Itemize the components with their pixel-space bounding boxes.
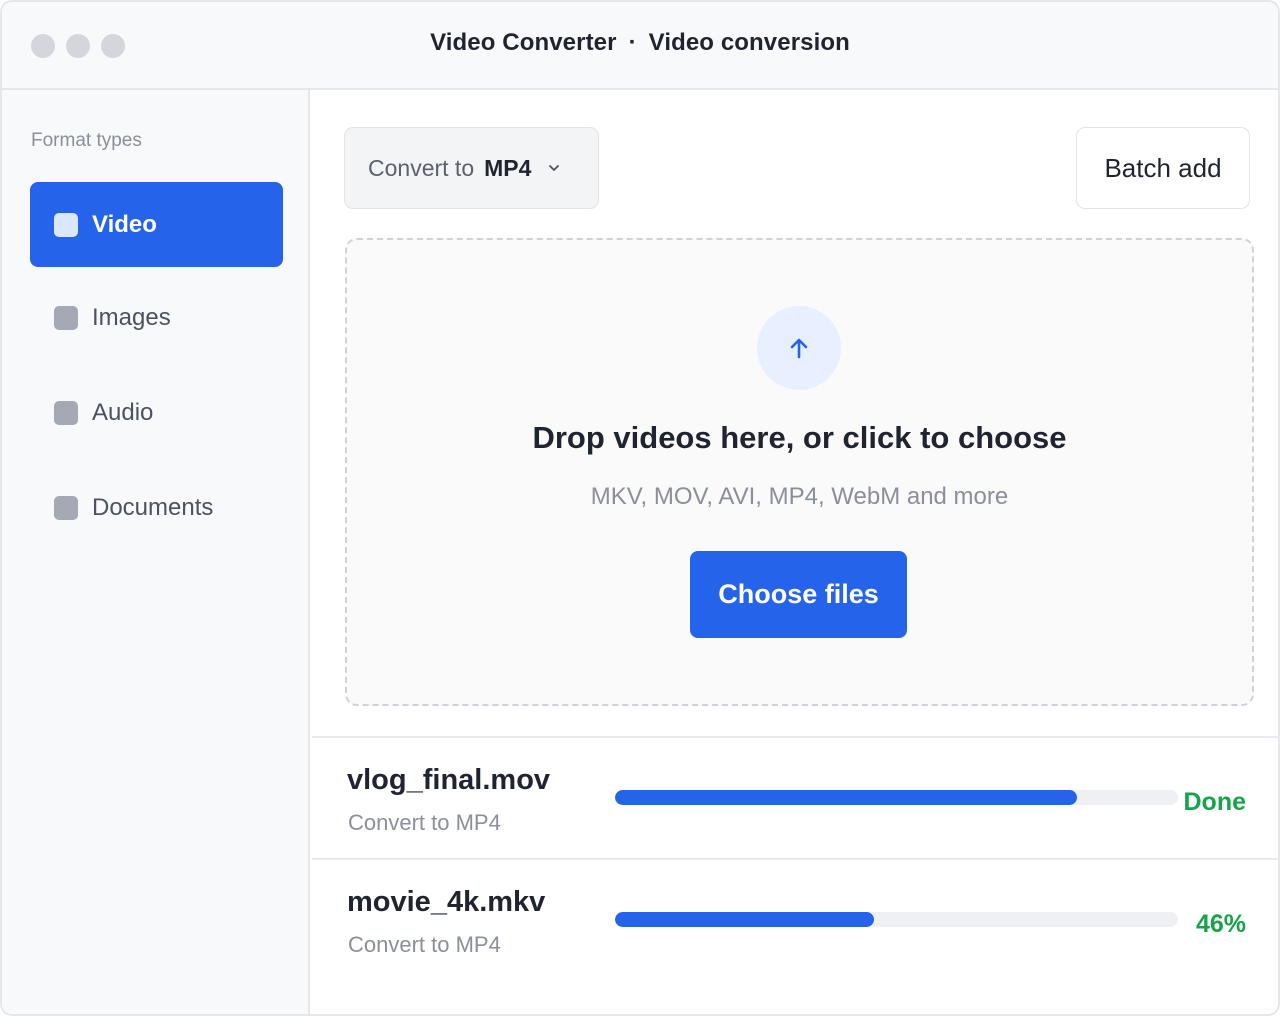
title-separator: ·: [628, 29, 637, 56]
format-select-prefix: Convert to: [368, 154, 475, 181]
dropzone-subtitle: MKV, MOV, AVI, MP4, WebM and more: [590, 483, 1009, 510]
progress-fill: [615, 790, 1077, 805]
file-name: movie_4k.mkv: [347, 886, 546, 918]
progress-bar: [615, 790, 1178, 805]
app-name: Video Converter: [430, 29, 617, 56]
chevron-down-icon: [549, 165, 560, 171]
sidebar-item-video[interactable]: Video: [30, 182, 283, 267]
sidebar-item-label: Images: [92, 303, 171, 331]
sidebar-item-label: Video: [92, 210, 157, 238]
audio-category-icon: [54, 400, 78, 425]
output-format-select[interactable]: Convert to MP4: [344, 127, 599, 209]
list-item[interactable]: movie_4k.mkv Convert to MP4 46%: [312, 858, 1278, 980]
progress-fill: [615, 912, 874, 927]
page-name: Video conversion: [648, 29, 850, 56]
video-category-icon: [54, 212, 78, 237]
progress-bar: [615, 912, 1178, 927]
choose-files-button[interactable]: Choose files: [690, 551, 907, 638]
images-category-icon: [54, 305, 78, 330]
dropzone-title: Drop videos here, or click to choose: [532, 420, 1067, 455]
status-badge: Done: [1183, 788, 1247, 816]
sidebar-item-label: Documents: [92, 493, 214, 521]
file-target-format: Convert to MP4: [348, 810, 501, 835]
list-item[interactable]: vlog_final.mov Convert to MP4 Done: [312, 736, 1278, 858]
sidebar: Format types Video Images Audio Document…: [2, 90, 310, 1014]
sidebar-item-audio[interactable]: Audio: [30, 370, 283, 455]
file-target-format: Convert to MP4: [348, 932, 501, 957]
file-name: vlog_final.mov: [347, 764, 551, 796]
title-bar: Video Converter · Video conversion: [2, 2, 1278, 90]
status-badge: 46%: [1195, 910, 1246, 938]
sidebar-heading: Format types: [31, 130, 142, 151]
app-window: Video Converter · Video conversion Format …: [0, 0, 1280, 1016]
format-select-value: MP4: [484, 154, 532, 181]
documents-category-icon: [54, 495, 78, 520]
upload-icon: [757, 306, 841, 390]
main-panel: Convert to MP4 Batch add Drop videos her…: [312, 92, 1278, 1014]
sidebar-item-images[interactable]: Images: [30, 275, 283, 360]
file-dropzone[interactable]: Drop videos here, or click to choose MKV…: [345, 238, 1254, 706]
batch-add-button[interactable]: Batch add: [1076, 127, 1250, 209]
conversion-queue: vlog_final.mov Convert to MP4 Done movie…: [312, 736, 1278, 980]
sidebar-item-label: Audio: [92, 398, 154, 426]
window-title: Video Converter · Video conversion: [2, 29, 1278, 57]
sidebar-item-documents[interactable]: Documents: [30, 465, 283, 550]
